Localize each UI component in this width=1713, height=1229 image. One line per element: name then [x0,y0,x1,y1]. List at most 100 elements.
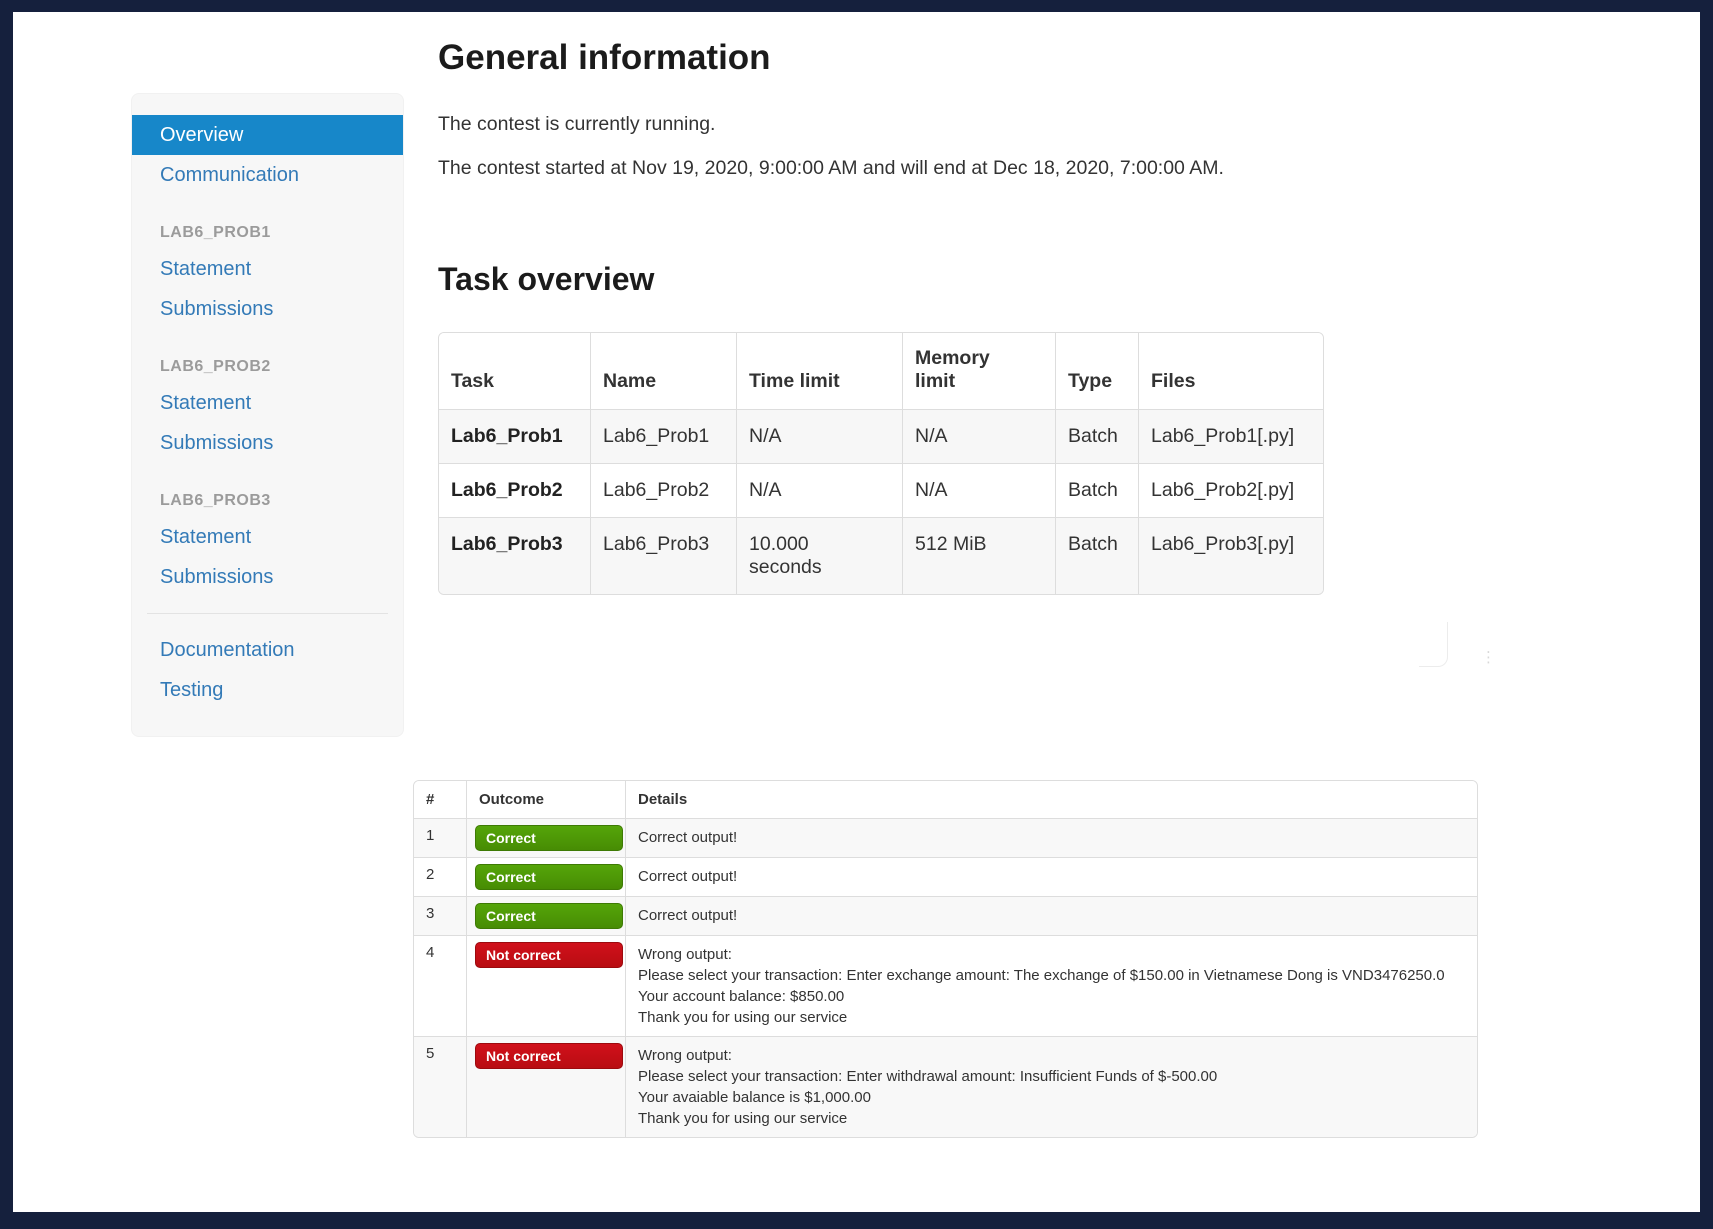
task-table-header-row: Task Name Time limit Memory limit Type Files [439,333,1323,409]
sidebar-item-testing[interactable]: Testing [132,670,403,710]
details-cell: Wrong output:Please select your transact… [626,1036,1477,1137]
table-cell: Batch [1056,463,1139,517]
sidebar-item-communication[interactable]: Communication [132,155,403,195]
task-overview-title: Task overview [438,259,1358,299]
table-cell: N/A [903,409,1056,463]
outcome-badge: Correct [475,864,623,890]
sidebar-section-lab6-prob1: LAB6_PROB1 [132,217,403,249]
column-header-label: Memory limit [915,347,1001,393]
contest-status-text: The contest is currently running. [438,111,1358,137]
column-header-label: Type [1068,370,1112,392]
details-cell: Correct output! [626,857,1477,896]
table-cell: Lab6_Prob1[.py] [1139,409,1323,463]
column-header-label: Files [1151,370,1195,392]
column-header-details: Details [626,781,1477,818]
column-header-label: Task [451,370,494,392]
column-header-label: Name [603,370,656,392]
table-cell: Batch [1056,409,1139,463]
result-row: 2CorrectCorrect output! [414,857,1477,896]
cell-text: Lab6_Prob3[.py] [1151,533,1294,555]
sidebar-item-statement[interactable]: Statement [132,383,403,423]
detail-line: Your account balance: $850.00 [638,986,1465,1007]
outcome-badge: Not correct [475,1043,623,1069]
column-header-type: Type [1056,333,1139,409]
result-row: 5 Not correctWrong output:Please select y… [414,1036,1477,1137]
column-header-label: Time limit [749,370,840,392]
contest-schedule-text: The contest started at Nov 19, 2020, 9:0… [438,155,1358,181]
outcome-cell: Correct [467,857,626,896]
cell-text: Batch [1068,479,1118,501]
sidebar-item-statement[interactable]: Statement [132,517,403,557]
outcome-cell: Correct [467,896,626,935]
cell-text: N/A [749,425,782,448]
table-cell: Lab6_Prob2 [591,463,737,517]
table-cell: Lab6_Prob2[.py] [1139,463,1323,517]
sidebar-section-lab6-prob2: LAB6_PROB2 [132,351,403,383]
testcase-number-cell: 4 [414,935,467,1036]
panel-corner-border [1419,622,1448,667]
testcase-number-cell: 1 [414,818,467,857]
resize-handle-dots-icon: ⋮ [1481,650,1496,665]
column-header-memory-limit: Memory limit [903,333,1056,409]
sidebar-divider [147,613,388,614]
table-cell: N/A [737,463,903,517]
detail-line: Wrong output: [638,944,1465,965]
results-table-wrap: #OutcomeDetails 1CorrectCorrect output!2… [413,780,1478,1138]
sidebar-section-lab6-prob3: LAB6_PROB3 [132,485,403,517]
details-cell: Correct output! [626,896,1477,935]
main-content: General information The contest is curre… [438,38,1358,600]
table-cell: Batch [1056,517,1139,594]
table-cell: Lab6_Prob2 [439,463,591,517]
cell-text: Lab6_Prob1 [451,425,563,447]
sidebar-item-overview[interactable]: Overview [132,115,403,155]
sidebar-item-submissions[interactable]: Submissions [132,289,403,329]
outcome-badge: Correct [475,825,623,851]
table-cell: N/A [737,409,903,463]
cell-text: N/A [749,479,782,502]
table-row: Lab6_Prob1 Lab6_Prob1 N/A N/A Batch Lab6_Prob… [439,409,1323,463]
testcase-number-cell: 3 [414,896,467,935]
cell-text: N/A [915,425,948,447]
cell-text: Lab6_Prob2 [451,479,563,501]
sidebar-item-documentation[interactable]: Documentation [132,630,403,670]
contest-page: OverviewCommunicationLAB6_PROB1Statement… [13,12,1700,1212]
table-cell: 10.000 seconds [737,517,903,594]
submission-results-section: #OutcomeDetails 1CorrectCorrect output!2… [413,780,1478,1138]
sidebar-list: OverviewCommunicationLAB6_PROB1Statement… [132,115,403,710]
column-header-time-limit: Time limit [737,333,903,409]
result-row: 4Not correctWrong output:Please select y… [414,935,1477,1036]
cell-text: 10.000 seconds [749,533,829,579]
results-table-header-row: #OutcomeDetails [414,781,1477,818]
sidebar-item-submissions[interactable]: Submissions [132,557,403,597]
detail-line: Please select your transaction: Enter ex… [638,965,1465,986]
table-cell: 512 MiB [903,517,1056,594]
detail-line: Correct output! [638,827,1465,848]
column-header-files: Files [1139,333,1323,409]
table-cell: Lab6_Prob3 [591,517,737,594]
detail-line: Correct output! [638,866,1465,887]
column-header-task: Task [439,333,591,409]
contest-sidebar: OverviewCommunicationLAB6_PROB1Statement… [131,93,404,737]
cell-text: Lab6_Prob1 [603,425,709,447]
cell-text: Lab6_Prob2 [603,479,709,501]
table-cell: Lab6_Prob1 [591,409,737,463]
details-cell: Wrong output:Please select your transact… [626,935,1477,1036]
table-cell: N/A [903,463,1056,517]
task-overview-table: TaskNameTime limitMemory limitTypeFiles … [439,333,1323,594]
outcome-badge: Correct [475,903,623,929]
sidebar-item-statement[interactable]: Statement [132,249,403,289]
sidebar-item-submissions[interactable]: Submissions [132,423,403,463]
outcome-cell: Correct [467,818,626,857]
task-overview-table-wrap: TaskNameTime limitMemory limitTypeFiles … [438,332,1324,595]
cell-text: Lab6_Prob3 [603,533,709,555]
cell-text: Batch [1068,425,1118,447]
column-header--: # [414,781,467,818]
outcome-badge: Not correct [475,942,623,968]
cell-text: Batch [1068,533,1118,555]
detail-line: Correct output! [638,905,1465,926]
detail-line: Your avaiable balance is $1,000.00 [638,1087,1465,1108]
table-row: Lab6_Prob2 Lab6_Prob2 N/A N/A Batch Lab6_Prob… [439,463,1323,517]
cell-text: Lab6_Prob3 [451,533,563,555]
testcase-number-cell: 5 [414,1036,467,1137]
table-row: Lab6_Prob3 Lab6_Prob3 10.000 seconds 512 Mi… [439,517,1323,594]
